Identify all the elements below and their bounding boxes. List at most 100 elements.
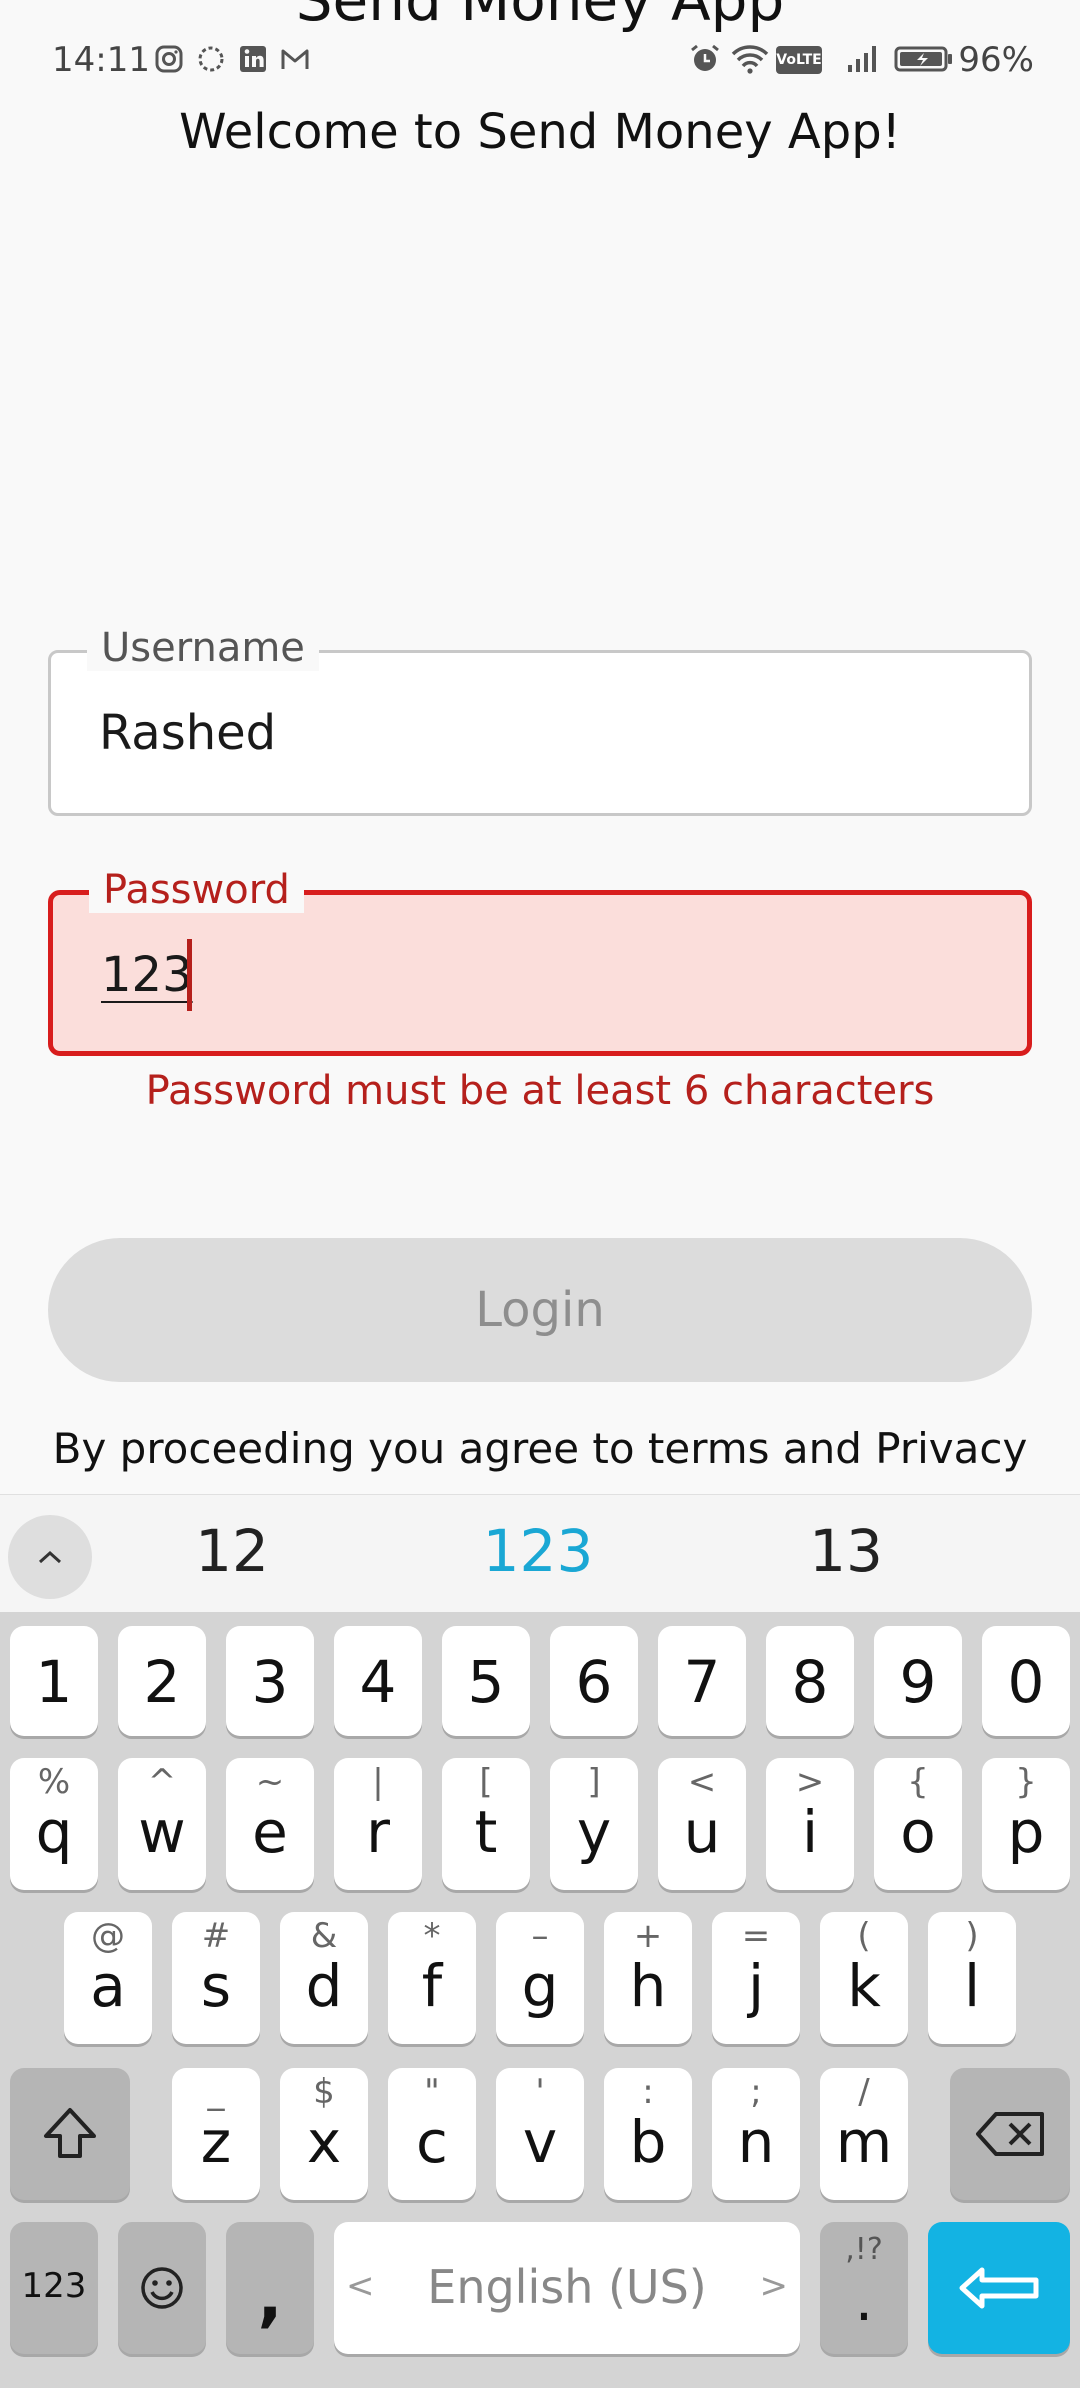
password-label: Password (89, 867, 304, 913)
key-secondary-label: : (642, 2072, 654, 2112)
key-r[interactable]: | r (334, 1758, 422, 1890)
chevron-up-icon (38, 1550, 62, 1564)
loading-circle-icon (198, 46, 224, 72)
key-v[interactable]: ' v (496, 2068, 584, 2200)
key-5[interactable]: 5 (442, 1626, 530, 1736)
key-label: 0 (1007, 1648, 1045, 1716)
key-0[interactable]: 0 (982, 1626, 1070, 1736)
key-label: r (366, 1798, 390, 1866)
terms-text[interactable]: By proceeding you agree to terms and Pri… (0, 1424, 1080, 1473)
key-b[interactable]: :b (604, 2068, 692, 2200)
key-label: s (200, 1952, 232, 2020)
comma-key[interactable]: , (226, 2222, 314, 2354)
key-label: c (416, 2108, 448, 2176)
key-secondary-label: [ (479, 1762, 493, 1802)
symbols-key-label: 123 (21, 2266, 87, 2306)
suggestion-item[interactable]: 123 (438, 1517, 638, 1585)
status-time: 14:11 (52, 40, 150, 80)
key-8[interactable]: 8 (766, 1626, 854, 1736)
key-s[interactable]: # s (172, 1912, 260, 2044)
key-t[interactable]: [t (442, 1758, 530, 1890)
space-key[interactable]: < English (US) > (334, 2222, 800, 2354)
key-secondary-label: ; (750, 2072, 762, 2112)
key-secondary-label: + (633, 1916, 663, 1956)
suggestion-item[interactable]: 13 (746, 1517, 946, 1585)
key-x[interactable]: $ x (280, 2068, 368, 2200)
key-h[interactable]: + h (604, 1912, 692, 2044)
suggestion-bar: 12 123 13 (0, 1494, 1080, 1612)
period-key[interactable]: ,!? . (820, 2222, 908, 2354)
key-z[interactable]: _ z (172, 2068, 260, 2200)
key-label: 1 (35, 1648, 73, 1716)
key-9[interactable]: 9 (874, 1626, 962, 1736)
emoji-key[interactable] (118, 2222, 206, 2354)
key-a[interactable]: @ a (64, 1912, 152, 2044)
key-secondary-label: ] (587, 1762, 601, 1802)
emoji-icon (141, 2267, 183, 2309)
shift-arrow-icon (44, 2108, 96, 2158)
key-secondary-label: ' (535, 2072, 545, 2112)
key-label: w (138, 1798, 186, 1866)
key-label: g (521, 1952, 559, 2020)
key-j[interactable]: = j (712, 1912, 800, 2044)
key-i[interactable]: > i (766, 1758, 854, 1890)
comma-key-label: , (257, 2258, 283, 2335)
key-6[interactable]: 6 (550, 1626, 638, 1736)
shift-key[interactable] (10, 2068, 130, 2200)
key-g[interactable]: – g (496, 1912, 584, 2044)
key-k[interactable]: (k (820, 1912, 908, 2044)
key-p[interactable]: } p (982, 1758, 1070, 1890)
key-secondary-label: ~ (255, 1762, 285, 1802)
key-y[interactable]: ] y (550, 1758, 638, 1890)
alarm-icon (691, 44, 719, 71)
key-secondary-label: # (201, 1916, 231, 1956)
gmail-icon (281, 49, 309, 69)
key-u[interactable]: < u (658, 1758, 746, 1890)
symbols-key[interactable]: 123 (10, 2222, 98, 2354)
username-field[interactable]: Username Rashed (48, 625, 1032, 816)
key-l[interactable]: ) l (928, 1912, 1016, 2044)
key-secondary-label: / (858, 2072, 870, 2112)
wifi-icon (731, 45, 769, 74)
key-label: b (629, 2108, 667, 2176)
key-label: v (522, 2108, 558, 2176)
key-secondary-label: – (531, 1916, 549, 1956)
key-m[interactable]: / m (820, 2068, 908, 2200)
backspace-key[interactable] (950, 2068, 1070, 2200)
linkedin-icon (240, 46, 266, 72)
enter-key[interactable] (928, 2222, 1070, 2354)
welcome-heading: Welcome to Send Money App! (179, 104, 901, 160)
key-label: m (835, 2108, 893, 2176)
backspace-icon (976, 2112, 1044, 2156)
key-f[interactable]: * f (388, 1912, 476, 2044)
key-label: u (683, 1798, 721, 1866)
suggestion-item[interactable]: 12 (132, 1517, 332, 1585)
key-label: l (963, 1952, 981, 2020)
key-label: a (90, 1952, 126, 2020)
collapse-keyboard-button[interactable] (8, 1515, 92, 1599)
key-o[interactable]: {o (874, 1758, 962, 1890)
key-label: z (200, 2108, 232, 2176)
key-label: j (747, 1952, 765, 2020)
key-1[interactable]: 1 (10, 1626, 98, 1736)
key-secondary-label: = (741, 1916, 771, 1956)
key-w[interactable]: ^ w (118, 1758, 206, 1890)
key-n[interactable]: ; n (712, 2068, 800, 2200)
key-d[interactable]: & d (280, 1912, 368, 2044)
key-c[interactable]: " c (388, 2068, 476, 2200)
instagram-icon (155, 45, 183, 73)
key-3[interactable]: 3 (226, 1626, 314, 1736)
period-key-sub: ,!? (845, 2232, 883, 2267)
password-field[interactable]: Password 123 (48, 867, 1032, 1056)
key-2[interactable]: 2 (118, 1626, 206, 1736)
key-label: p (1007, 1798, 1045, 1866)
login-button[interactable]: Login (48, 1238, 1032, 1382)
key-secondary-label: { (907, 1762, 929, 1802)
key-7[interactable]: 7 (658, 1626, 746, 1736)
signal-icon (848, 46, 876, 72)
key-4[interactable]: 4 (334, 1626, 422, 1736)
key-e[interactable]: ~ e (226, 1758, 314, 1890)
password-error-message: Password must be at least 6 characters (145, 1068, 935, 1114)
key-q[interactable]: % q (10, 1758, 98, 1890)
key-label: f (421, 1952, 443, 2020)
